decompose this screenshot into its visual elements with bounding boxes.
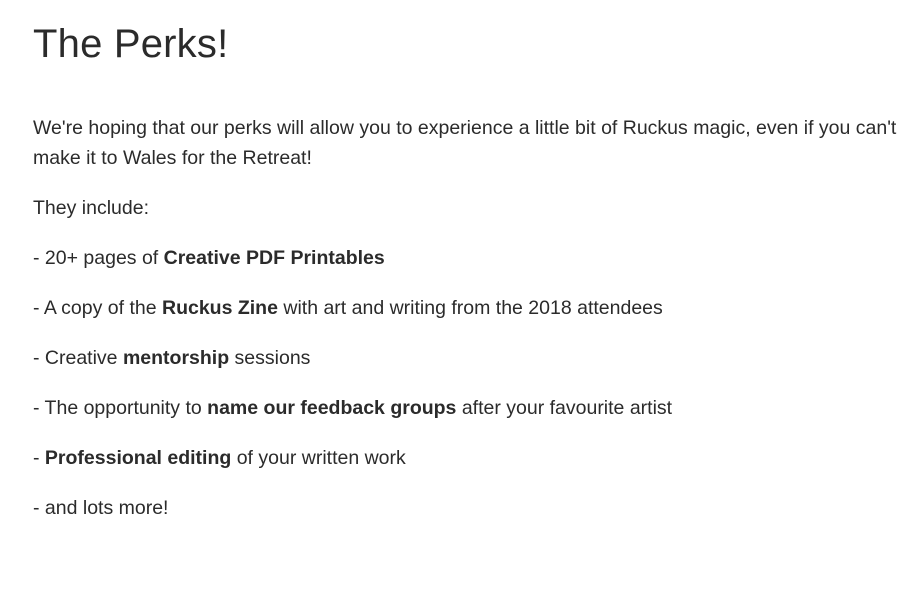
intro-paragraph: We're hoping that our perks will allow y… (33, 117, 897, 169)
perk-text: after your favourite artist (456, 397, 673, 419)
page-title: The Perks! (33, 22, 229, 66)
perk-highlight: Creative PDF Printables (163, 247, 385, 269)
perk-text: - and lots more! (33, 497, 169, 519)
perk-text: sessions (229, 347, 311, 369)
perks-section: The Perks! We're hoping that our perks w… (33, 18, 913, 523)
perk-item: - and lots more! (33, 493, 913, 523)
perk-text: - A copy of the (33, 297, 162, 319)
perk-text: - (33, 447, 45, 469)
perk-item: - Professional editing of your written w… (33, 443, 913, 473)
perk-text: - The opportunity to (33, 397, 208, 419)
perk-text: of your written work (231, 447, 406, 469)
perk-item: - The opportunity to name our feedback g… (33, 393, 913, 423)
perk-highlight: Ruckus Zine (162, 297, 278, 319)
perk-text: - Creative (33, 347, 123, 369)
perk-item: - Creative mentorship sessions (33, 343, 913, 373)
perk-highlight: Professional editing (44, 447, 232, 469)
perk-highlight: name our feedback groups (207, 397, 457, 419)
perk-item: - 20+ pages of Creative PDF Printables (33, 243, 913, 273)
includes-label: They include: (33, 197, 149, 219)
perk-text: with art and writing from the 2018 atten… (277, 297, 663, 319)
perk-text: - 20+ pages of (33, 247, 164, 269)
perk-highlight: mentorship (122, 347, 230, 369)
perk-item: - A copy of the Ruckus Zine with art and… (33, 293, 913, 323)
